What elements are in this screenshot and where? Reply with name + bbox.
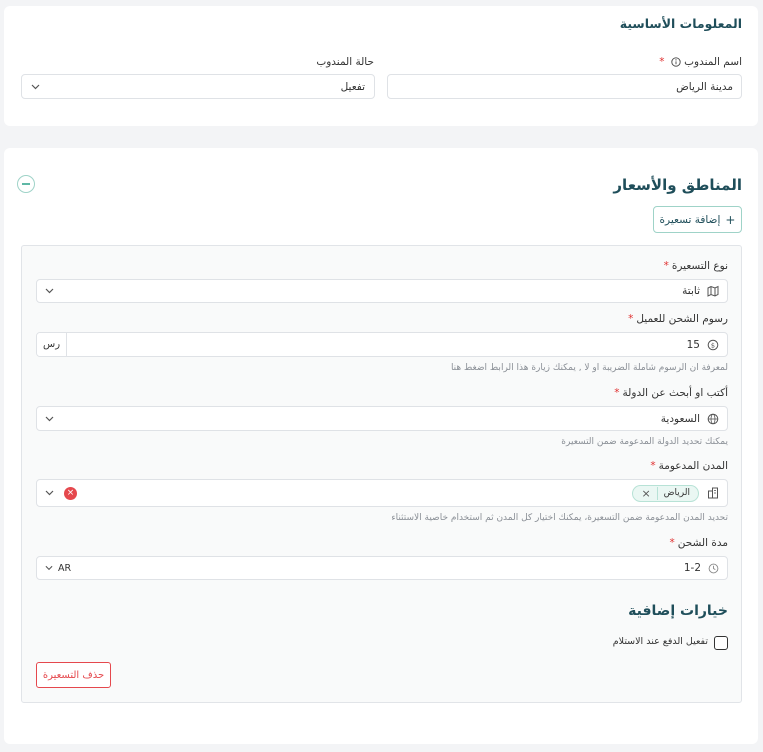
- plus-icon: +: [725, 212, 736, 227]
- chevron-down-icon: [45, 416, 54, 422]
- info-icon: [671, 57, 681, 67]
- regions-title: المناطق والأسعار: [613, 176, 742, 194]
- country-select[interactable]: السعودية: [36, 406, 728, 431]
- map-icon: [707, 285, 719, 297]
- extra-options-title: خيارات إضافية: [628, 603, 728, 619]
- cities-multiselect[interactable]: الرياض × ×: [36, 479, 728, 507]
- chevron-down-icon: [45, 565, 53, 571]
- country-label: أكتب او أبحث عن الدولة*: [614, 387, 728, 399]
- svg-text:$: $: [711, 341, 715, 349]
- chip-remove-icon[interactable]: ×: [641, 488, 650, 499]
- rep-status-label: حالة المندوب: [316, 56, 374, 68]
- cod-checkbox[interactable]: [714, 636, 728, 650]
- clear-all-icon[interactable]: ×: [64, 486, 77, 500]
- rep-name-input[interactable]: مدينة الرياض: [387, 74, 742, 99]
- chevron-down-icon: [45, 490, 54, 496]
- currency-addon: رس: [37, 333, 67, 356]
- pricing-type-select[interactable]: ثابتة: [36, 279, 728, 303]
- cod-label: تفعيل الدفع عند الاستلام: [612, 636, 708, 647]
- rep-status-select[interactable]: تفعيل: [21, 74, 375, 99]
- regions-prices-card: المناطق والأسعار + إضافة تسعيرة نوع التس…: [4, 148, 758, 744]
- delete-pricing-button[interactable]: حذف التسعيرة: [36, 662, 111, 688]
- basic-info-title: المعلومات الأساسية: [619, 16, 742, 31]
- basic-info-card: المعلومات الأساسية اسم المندوب * مدينة ا…: [4, 6, 758, 126]
- shipping-duration-input[interactable]: 1-2 AR: [36, 556, 728, 580]
- pricing-panel: نوع التسعيرة* ثابتة رسوم الشحن للعميل* $: [21, 245, 742, 703]
- clock-icon: [708, 563, 719, 574]
- required-mark: *: [659, 56, 665, 68]
- city-icon: [707, 487, 719, 499]
- shipping-fee-hint: لمعرفة ان الرسوم شاملة الضريبة او لا , ي…: [450, 363, 728, 373]
- coin-icon: $: [707, 339, 719, 351]
- shipping-fee-label: رسوم الشحن للعميل*: [628, 313, 728, 325]
- chevron-down-icon: [45, 288, 54, 294]
- cities-hint: تحديد المدن المدعومة ضمن التسعيرة، يمكنك…: [391, 513, 728, 523]
- city-chip: الرياض ×: [632, 484, 699, 502]
- shipping-duration-label: مدة الشحن*: [669, 537, 728, 549]
- add-pricing-button[interactable]: + إضافة تسعيرة: [653, 206, 742, 233]
- shipping-fee-input[interactable]: $ 15 رس: [36, 332, 728, 357]
- rep-name-label: اسم المندوب *: [659, 56, 742, 68]
- globe-icon: [707, 413, 719, 425]
- minus-icon: [22, 183, 30, 185]
- country-hint: يمكنك تحديد الدولة المدعومة ضمن التسعيرة: [561, 437, 728, 447]
- cities-label: المدن المدعومة*: [650, 460, 728, 472]
- chevron-down-icon: [31, 84, 40, 90]
- collapse-button[interactable]: [17, 175, 35, 193]
- duration-unit-select[interactable]: AR: [45, 563, 71, 574]
- pricing-type-label: نوع التسعيرة*: [663, 260, 728, 272]
